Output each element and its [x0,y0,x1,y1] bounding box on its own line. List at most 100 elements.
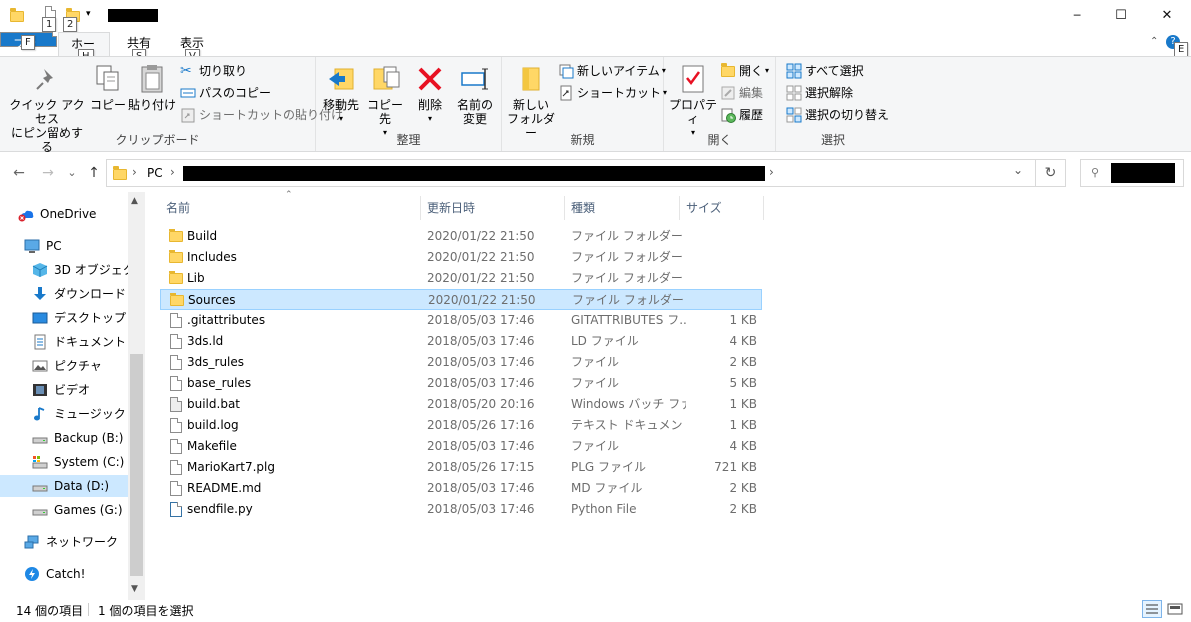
up-button[interactable]: ↑ [84,163,104,183]
file-icon [169,460,183,475]
easy-access-button[interactable]: ショートカット ▾ [558,83,667,103]
details-view-button[interactable] [1142,600,1162,618]
copy-path-icon [180,85,196,101]
refresh-button[interactable]: ↻ [1036,159,1066,187]
scrollbar-thumb[interactable] [130,354,143,576]
address-segment-pc[interactable]: PC [147,166,163,180]
file-row[interactable]: Makefile 2018/05/03 17:46 ファイル 4 KB [160,436,762,457]
select-all-button[interactable]: すべて選択 [786,61,864,81]
open-group-label: 開く [707,133,732,147]
file-date: 2018/05/03 17:46 [427,334,535,348]
copy-path-button[interactable]: パスのコピー [180,83,271,103]
address-bar[interactable]: › PC › › ⌄ [106,159,1036,187]
copy-to-label: コピー先 [366,98,403,126]
invert-selection-icon [786,107,802,123]
organize-group: 移動先 ▾ コピー先 ▾ 削除 ▾ 名前の 変更 整理 [316,57,502,151]
select-all-label: すべて選択 [805,64,864,78]
file-date: 2018/05/03 17:46 [427,481,535,495]
file-row[interactable]: Includes 2020/01/22 21:50 ファイル フォルダー [160,247,762,268]
file-size: 2 KB [729,481,757,495]
move-to-button[interactable]: 移動先 ▾ [320,61,362,126]
folder-icon [169,250,183,265]
file-row[interactable]: base_rules 2018/05/03 17:46 ファイル 5 KB [160,373,762,394]
select-none-button[interactable]: 選択解除 [786,83,853,103]
column-header-date[interactable]: 更新日時 [421,196,565,220]
edit-button[interactable]: 編集 [720,83,763,103]
nav-item-network[interactable]: ネットワーク [24,531,128,553]
delete-dropdown-icon: ▾ [427,114,432,123]
paste-button[interactable]: 貼り付け [128,61,176,112]
file-row[interactable]: sendfile.py 2018/05/03 17:46 Python File 2 … [160,499,762,520]
column-header-name[interactable]: 名前 [160,196,421,220]
file-row[interactable]: README.md 2018/05/03 17:46 MD ファイル 2 KB [160,478,762,499]
properties-button[interactable]: プロパティ ▾ [668,61,718,140]
scroll-up-icon[interactable]: ▲ [131,196,138,206]
file-name: Lib [187,271,205,285]
copy-to-button[interactable]: コピー先 ▾ [362,61,408,140]
nav-item-onedrive[interactable]: OneDrive [18,203,128,225]
delete-button[interactable]: 削除 ▾ [412,61,448,126]
nav-item-documents[interactable]: ドキュメント [32,331,128,353]
edit-icon [720,85,736,101]
customize-quick-access-icon[interactable]: ▾ [86,9,91,19]
new-folder-label-line1: 新しい [512,98,549,112]
column-header-type[interactable]: 種類 [565,196,680,220]
file-row[interactable]: .gitattributes 2018/05/03 17:46 GITATTRIBU… [160,310,762,331]
file-row[interactable]: build.bat 2018/05/20 20:16 Windows バッチ ファ.… [160,394,762,415]
file-date: 2018/05/03 17:46 [427,376,535,390]
new-folder-button[interactable]: 新しい フォルダー [506,61,556,140]
file-name: Includes [187,250,237,264]
file-icon [169,355,183,370]
new-item-button[interactable]: 新しいアイテム ▾ [558,61,666,81]
file-row[interactable]: build.log 2018/05/26 17:16 テキスト ドキュメント 1 KB [160,415,762,436]
nav-item-desktop[interactable]: デスクトップ [32,307,128,329]
close-button[interactable]: ✕ [1144,0,1190,30]
address-dropdown-button[interactable]: ⌄ [1013,163,1023,177]
file-row[interactable]: Build 2020/01/22 21:50 ファイル フォルダー [160,226,762,247]
scroll-down-icon[interactable]: ▼ [131,584,138,594]
move-to-dropdown-icon: ▾ [338,114,343,123]
open-button[interactable]: 開く ▾ [720,61,769,81]
rename-button[interactable]: 名前の 変更 [452,61,498,126]
minimize-button[interactable]: ─ [1054,0,1100,30]
nav-item-music[interactable]: ミュージック [32,403,128,425]
search-box[interactable]: ⚲ [1080,159,1184,187]
tab-view-label: 表示 [180,36,205,50]
select-none-icon [786,85,802,101]
invert-selection-button[interactable]: 選択の切り替え [786,105,889,125]
file-row[interactable]: MarioKart7.plg 2018/05/26 17:15 PLG ファイル 72… [160,457,762,478]
column-header-size[interactable]: サイズ [680,196,764,220]
maximize-button[interactable]: ☐ [1098,0,1144,30]
back-button[interactable]: ← [9,163,29,183]
videos-icon [32,382,48,398]
file-row[interactable]: 3ds.ld 2018/05/03 17:46 LD ファイル 4 KB [160,331,762,352]
pin-icon [31,63,63,95]
nav-item-catch[interactable]: Catch! [24,563,128,585]
nav-item-pictures[interactable]: ピクチャ [32,355,128,377]
nav-item-games-drive[interactable]: Games (G:) [32,499,128,521]
copy-button[interactable]: コピー [90,61,126,112]
ribbon-expand-icon[interactable]: ⌃ [1150,36,1158,47]
nav-item-pc[interactable]: PC [24,235,128,257]
recent-locations-button[interactable]: ⌄ [62,163,82,183]
desktop-icon [32,310,48,326]
forward-button[interactable]: → [38,163,58,183]
file-row[interactable]: Lib 2020/01/22 21:50 ファイル フォルダー [160,268,762,289]
nav-item-system-drive[interactable]: System (C:) [32,451,128,473]
keytip-1: 1 [42,17,57,32]
nav-item-backup-drive[interactable]: Backup (B:) [32,427,128,449]
file-row[interactable]: 3ds_rules 2018/05/03 17:46 ファイル 2 KB [160,352,762,373]
nav-item-videos[interactable]: ビデオ [32,379,128,401]
history-button[interactable]: 履歴 [720,105,763,125]
file-row[interactable]: Sources 2020/01/22 21:50 ファイル フォルダー [160,289,762,310]
nav-item-3d-objects[interactable]: 3D オブジェクト [32,259,147,281]
folder-icon [169,229,183,244]
large-icons-view-button[interactable] [1166,601,1184,617]
delete-icon [414,63,446,95]
nav-label: ビデオ [54,383,91,397]
cut-button[interactable]: ✂ 切り取り [180,61,247,81]
history-icon [720,107,736,123]
nav-item-downloads[interactable]: ダウンロード [32,283,128,305]
nav-item-data-drive[interactable]: Data (D:) [0,475,128,497]
navigation-scrollbar[interactable]: ▲ ▼ [128,192,145,600]
